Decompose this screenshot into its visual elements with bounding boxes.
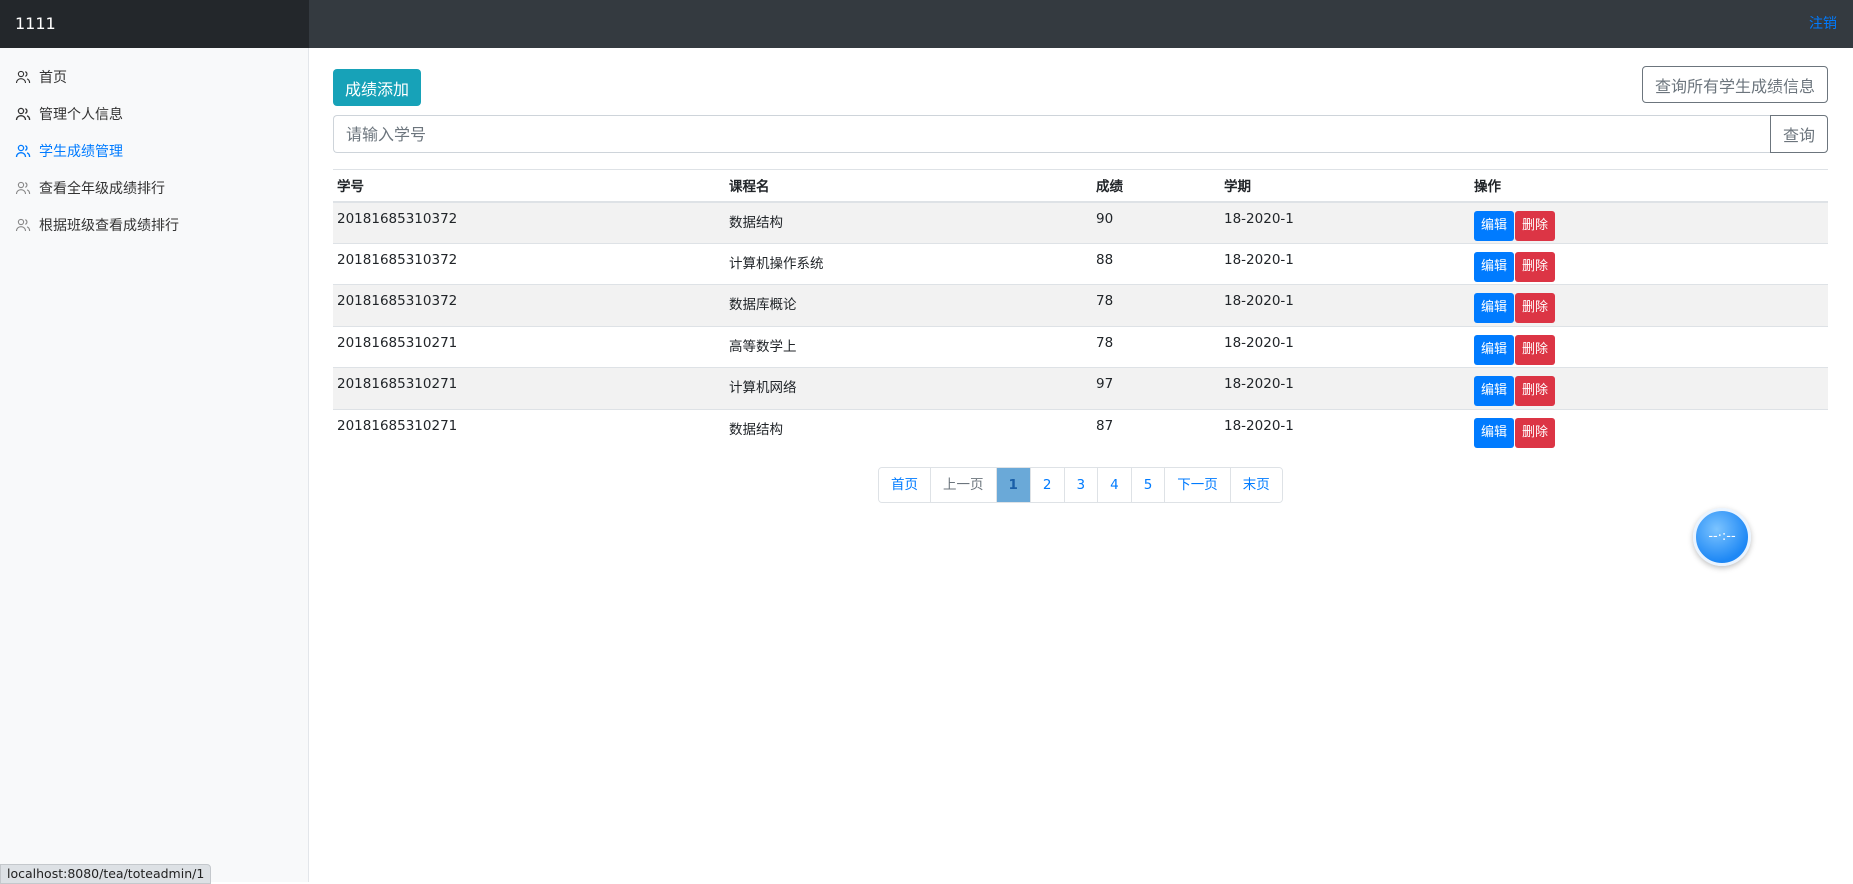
pagination: 首页 上一页 1 2 3 4 5 下一页 末页 (878, 467, 1283, 503)
cell-term: 18-2020-1 (1220, 242, 1470, 285)
cell-student-id: 20181685310372 (333, 242, 725, 285)
search-bar: 查询 (333, 115, 1828, 153)
cell-term: 18-2020-1 (1220, 201, 1470, 243)
sidebar: 首页 管理个人信息 学生成绩管理 查看全年级成绩排行 根据班级查看成绩排行 (0, 48, 309, 882)
status-bar-url: localhost:8080/tea/toteadmin/1 (0, 864, 212, 884)
table-row: 20181685310372 计算机操作系统 88 18-2020-1 编辑 删除 (333, 242, 1828, 285)
delete-button[interactable]: 删除 (1515, 334, 1556, 365)
student-id-search-input[interactable] (333, 115, 1770, 153)
cell-term: 18-2020-1 (1220, 325, 1470, 368)
sidebar-item-label: 学生成绩管理 (39, 143, 123, 160)
table-header-row: 学号 课程名 成绩 学期 操作 (333, 169, 1828, 203)
cell-course: 数据库概论 (725, 284, 1092, 326)
crosshair-icon: --·:-- (1708, 529, 1736, 544)
users-icon (15, 143, 31, 159)
edit-button[interactable]: 编辑 (1474, 417, 1515, 448)
query-all-button[interactable]: 查询所有学生成绩信息 (1641, 66, 1828, 103)
header-term: 学期 (1220, 169, 1470, 203)
cell-term: 18-2020-1 (1220, 367, 1470, 409)
users-icon (15, 217, 31, 233)
edit-button[interactable]: 编辑 (1474, 210, 1515, 241)
page-first[interactable]: 首页 (879, 468, 931, 502)
cell-actions: 编辑 删除 (1470, 408, 1828, 451)
sidebar-item-class-ranking[interactable]: 根据班级查看成绩排行 (0, 206, 308, 243)
table-row: 20181685310271 数据结构 87 18-2020-1 编辑 删除 (333, 408, 1828, 451)
page-number[interactable]: 4 (1098, 468, 1132, 502)
cell-score: 78 (1092, 284, 1220, 326)
table-row: 20181685310271 高等数学上 78 18-2020-1 编辑 删除 (333, 325, 1828, 368)
sidebar-item-label: 查看全年级成绩排行 (39, 180, 165, 197)
page-number-current[interactable]: 1 (996, 468, 1031, 502)
sidebar-item-label: 首页 (39, 69, 67, 86)
table-row: 20181685310271 计算机网络 97 18-2020-1 编辑 删除 (333, 367, 1828, 409)
page-number[interactable]: 5 (1131, 468, 1166, 502)
sidebar-item-home[interactable]: 首页 (0, 58, 308, 95)
header-course: 课程名 (725, 169, 1092, 203)
delete-button[interactable]: 删除 (1515, 293, 1556, 323)
add-grade-button[interactable]: 成绩添加 (333, 69, 422, 106)
cell-student-id: 20181685310271 (333, 325, 725, 368)
page-next[interactable]: 下一页 (1165, 468, 1231, 502)
sidebar-item-grades[interactable]: 学生成绩管理 (0, 132, 308, 169)
cell-term: 18-2020-1 (1220, 408, 1470, 451)
edit-button[interactable]: 编辑 (1474, 293, 1515, 323)
sidebar-item-label: 管理个人信息 (39, 106, 123, 123)
cell-student-id: 20181685310271 (333, 367, 725, 409)
cell-course: 数据结构 (725, 201, 1092, 243)
page-last[interactable]: 末页 (1230, 468, 1282, 502)
page-prev[interactable]: 上一页 (931, 468, 997, 502)
delete-button[interactable]: 删除 (1515, 376, 1556, 406)
cell-student-id: 20181685310372 (333, 201, 725, 243)
cell-course: 计算机操作系统 (725, 242, 1092, 285)
delete-button[interactable]: 删除 (1515, 417, 1556, 448)
page-number[interactable]: 3 (1064, 468, 1099, 502)
sidebar-item-profile[interactable]: 管理个人信息 (0, 95, 308, 132)
signout-link[interactable]: 注销 (1809, 0, 1837, 48)
edit-button[interactable]: 编辑 (1474, 251, 1515, 282)
table-row: 20181685310372 数据库概论 78 18-2020-1 编辑 删除 (333, 284, 1828, 326)
top-navbar: 1111 注销 (0, 0, 1853, 48)
cell-term: 18-2020-1 (1220, 284, 1470, 326)
cell-student-id: 20181685310372 (333, 284, 725, 326)
floating-assistant-button[interactable]: --·:-- (1693, 508, 1751, 566)
cell-actions: 编辑 删除 (1470, 367, 1828, 409)
brand[interactable]: 1111 (0, 0, 309, 48)
cell-course: 高等数学上 (725, 325, 1092, 368)
table-row: 20181685310372 数据结构 90 18-2020-1 编辑 删除 (333, 201, 1828, 243)
cell-course: 数据结构 (725, 408, 1092, 451)
cell-actions: 编辑 删除 (1470, 284, 1828, 326)
sidebar-item-label: 根据班级查看成绩排行 (39, 217, 179, 234)
grades-table: 学号 课程名 成绩 学期 操作 20181685310372 数据结构 90 1… (333, 169, 1828, 451)
cell-actions: 编辑 删除 (1470, 201, 1828, 243)
cell-score: 97 (1092, 367, 1220, 409)
delete-button[interactable]: 删除 (1515, 251, 1556, 282)
edit-button[interactable]: 编辑 (1474, 334, 1515, 365)
cell-score: 78 (1092, 325, 1220, 368)
users-icon (15, 69, 31, 85)
cell-student-id: 20181685310271 (333, 408, 725, 451)
cell-score: 87 (1092, 408, 1220, 451)
users-icon (15, 106, 31, 122)
cell-course: 计算机网络 (725, 367, 1092, 409)
search-button[interactable]: 查询 (1770, 115, 1828, 153)
cell-actions: 编辑 删除 (1470, 325, 1828, 368)
delete-button[interactable]: 删除 (1515, 210, 1556, 241)
header-actions: 操作 (1470, 169, 1828, 203)
sidebar-item-grade-ranking[interactable]: 查看全年级成绩排行 (0, 169, 308, 206)
cell-actions: 编辑 删除 (1470, 242, 1828, 285)
header-student-id: 学号 (333, 169, 725, 203)
cell-score: 90 (1092, 201, 1220, 243)
page-number[interactable]: 2 (1030, 468, 1065, 502)
header-score: 成绩 (1092, 169, 1220, 203)
edit-button[interactable]: 编辑 (1474, 376, 1515, 406)
cell-score: 88 (1092, 242, 1220, 285)
users-icon (15, 180, 31, 196)
